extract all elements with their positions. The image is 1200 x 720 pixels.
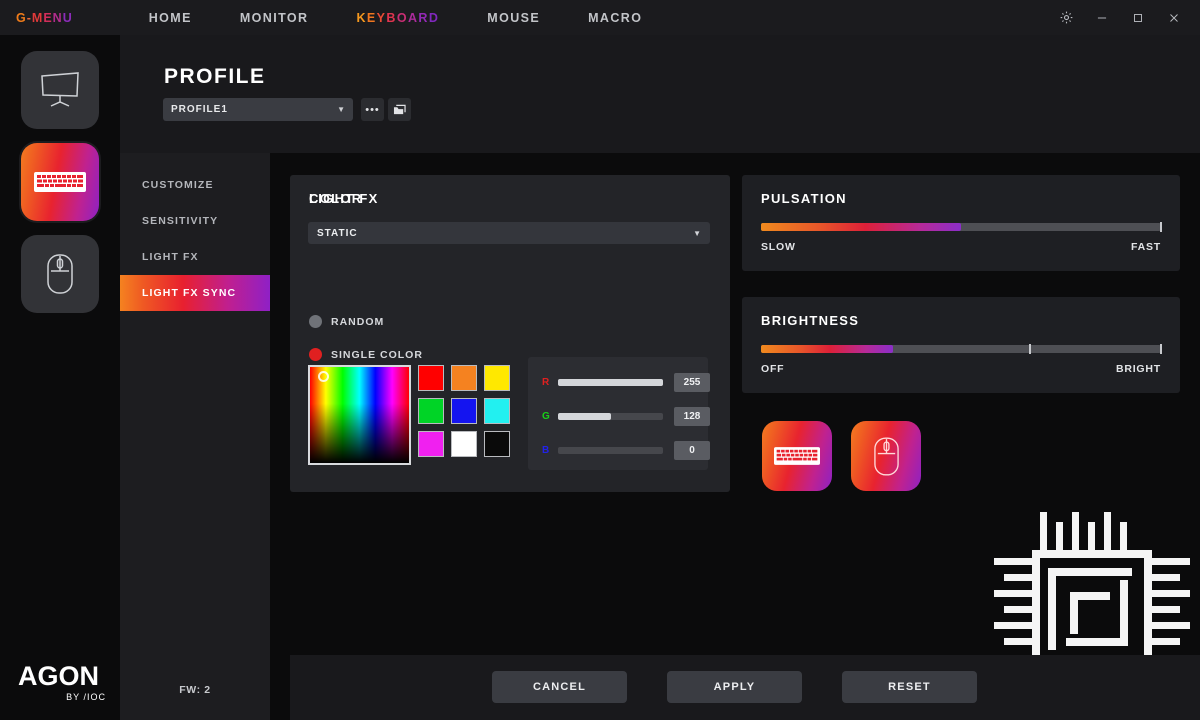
mouse-icon	[46, 253, 74, 295]
brightness-panel: BRIGHTNESS OFF BRIGHT	[742, 297, 1180, 393]
radio-dot-icon	[309, 315, 322, 328]
rgb-sliders-panel: R 255 G 128 B 0	[528, 357, 708, 470]
sidebar-item-customize[interactable]: CUSTOMIZE	[120, 167, 270, 203]
color-swatch-green[interactable]	[418, 398, 444, 424]
firmware-version: FW: 2	[120, 684, 270, 696]
device-tile-mouse[interactable]	[21, 235, 99, 313]
slider-mid-tick	[1029, 344, 1031, 354]
rgb-slider-b[interactable]	[558, 447, 663, 454]
color-swatch-red[interactable]	[418, 365, 444, 391]
cancel-button[interactable]: CANCEL	[492, 671, 627, 703]
profile-more-button[interactable]: •••	[361, 98, 384, 121]
minimize-icon[interactable]	[1084, 0, 1120, 35]
color-section-title: COLOR	[309, 191, 362, 206]
radio-single-color[interactable]: SINGLE COLOR	[309, 348, 423, 361]
color-swatch-grid	[418, 365, 506, 457]
color-swatch-magenta[interactable]	[418, 431, 444, 457]
device-tile-monitor[interactable]	[21, 51, 99, 129]
rgb-row-g: G 128	[542, 407, 710, 426]
save-icon	[393, 104, 406, 116]
rgb-row-b: B 0	[542, 441, 710, 460]
reset-button[interactable]: RESET	[842, 671, 977, 703]
monitor-icon	[37, 69, 83, 111]
effect-select-value: STATIC	[317, 228, 358, 239]
device-tile-keyboard[interactable]	[21, 143, 99, 221]
device-rail: AGON BY /IOC	[0, 35, 120, 720]
rgb-slider-g[interactable]	[558, 413, 663, 420]
page-title: PROFILE	[164, 65, 266, 89]
sidebar-item-light-fx-sync[interactable]: LIGHT FX SYNC	[120, 275, 270, 311]
keyboard-icon	[774, 447, 820, 465]
light-fx-panel: LIGHT FX STATIC ▼ COLOR RANDOM SINGLE CO…	[290, 175, 730, 492]
color-swatch-white[interactable]	[451, 431, 477, 457]
color-picker-gradient[interactable]	[308, 365, 411, 465]
brightness-title: BRIGHTNESS	[761, 313, 859, 328]
rgb-value-b[interactable]: 0	[674, 441, 710, 460]
brightness-labels: OFF BRIGHT	[761, 363, 1161, 375]
chevron-down-icon: ▼	[693, 229, 701, 238]
rgb-channel-label: B	[542, 445, 554, 456]
radio-single-color-label: SINGLE COLOR	[331, 349, 423, 361]
nav-item-home[interactable]: HOME	[125, 11, 216, 25]
sidebar-item-light-fx[interactable]: LIGHT FX	[120, 239, 270, 275]
color-swatch-yellow[interactable]	[484, 365, 510, 391]
rgb-channel-label: R	[542, 377, 554, 388]
rgb-value-g[interactable]: 128	[674, 407, 710, 426]
nav-item-macro[interactable]: MACRO	[564, 11, 666, 25]
radio-random-label: RANDOM	[331, 316, 384, 328]
color-swatch-cyan[interactable]	[484, 398, 510, 424]
agon-logo-word: AGON	[18, 663, 106, 690]
brightness-slider[interactable]	[761, 345, 1161, 353]
app-brand-logo: G-MENU	[16, 11, 73, 25]
sidebar-item-sensitivity[interactable]: SENSITIVITY	[120, 203, 270, 239]
rgb-row-r: R 255	[542, 373, 710, 392]
sync-device-mouse[interactable]	[851, 421, 921, 491]
slider-end-tick	[1160, 344, 1162, 354]
nav-item-monitor[interactable]: MONITOR	[216, 11, 333, 25]
nav-item-keyboard[interactable]: KEYBOARD	[332, 11, 463, 25]
color-picker-cursor[interactable]	[318, 371, 329, 382]
color-swatch-blue[interactable]	[451, 398, 477, 424]
radio-random[interactable]: RANDOM	[309, 315, 384, 328]
close-icon[interactable]	[1156, 0, 1192, 35]
pulsation-title: PULSATION	[761, 191, 847, 206]
pulsation-labels: SLOW FAST	[761, 241, 1161, 253]
slider-end-tick	[1160, 222, 1162, 232]
color-swatch-black[interactable]	[484, 431, 510, 457]
profile-select-value: PROFILE1	[171, 104, 228, 115]
color-swatch-orange[interactable]	[451, 365, 477, 391]
agon-logo-sub: BY /IOC	[18, 692, 106, 702]
mouse-icon	[873, 436, 900, 477]
pulsation-min-label: SLOW	[761, 241, 796, 253]
keyboard-icon	[34, 172, 86, 192]
top-bar: G-MENU HOME MONITOR KEYBOARD MOUSE MACRO	[0, 0, 1200, 35]
brightness-min-label: OFF	[761, 363, 784, 375]
action-bar: CANCEL APPLY RESET	[290, 655, 1200, 720]
profile-header: PROFILE PROFILE1 ▼ •••	[120, 35, 1200, 153]
main-nav: HOME MONITOR KEYBOARD MOUSE MACRO	[125, 11, 667, 25]
radio-dot-icon	[309, 348, 322, 361]
agon-logo: AGON BY /IOC	[18, 663, 106, 702]
rgb-slider-r[interactable]	[558, 379, 663, 386]
gmenu-app: G-MENU HOME MONITOR KEYBOARD MOUSE MACRO	[0, 0, 1200, 720]
maximize-icon[interactable]	[1120, 0, 1156, 35]
rgb-value-r[interactable]: 255	[674, 373, 710, 392]
main-content: LIGHT FX STATIC ▼ COLOR RANDOM SINGLE CO…	[270, 153, 1200, 720]
gear-icon[interactable]	[1048, 0, 1084, 35]
nav-item-mouse[interactable]: MOUSE	[463, 11, 564, 25]
settings-sidebar: CUSTOMIZE SENSITIVITY LIGHT FX LIGHT FX …	[120, 153, 270, 720]
pulsation-slider[interactable]	[761, 223, 1161, 231]
profile-select[interactable]: PROFILE1 ▼	[163, 98, 353, 121]
apply-button[interactable]: APPLY	[667, 671, 802, 703]
brightness-max-label: BRIGHT	[1116, 363, 1161, 375]
chevron-down-icon: ▼	[337, 105, 345, 114]
profile-save-button[interactable]	[388, 98, 411, 121]
rgb-channel-label: G	[542, 411, 554, 422]
window-controls	[1048, 0, 1200, 35]
pulsation-max-label: FAST	[1131, 241, 1161, 253]
light-fx-effect-select[interactable]: STATIC ▼	[308, 222, 710, 244]
pulsation-panel: PULSATION SLOW FAST	[742, 175, 1180, 271]
sync-device-keyboard[interactable]	[762, 421, 832, 491]
